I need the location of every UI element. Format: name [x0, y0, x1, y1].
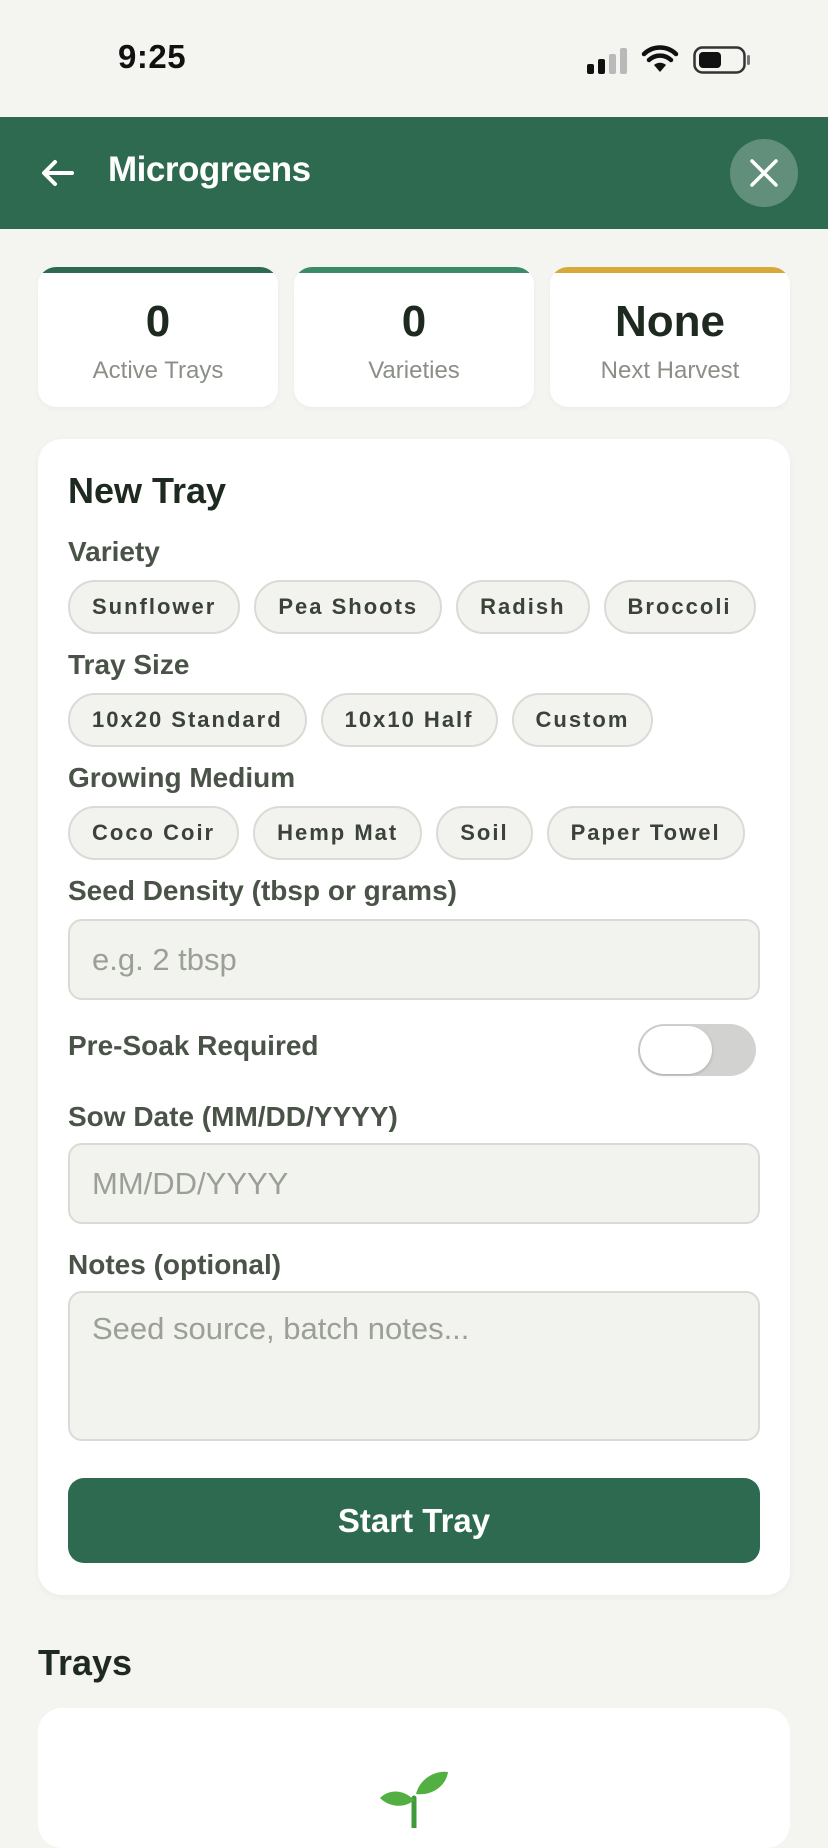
growing-medium-chips: Coco Coir Hemp Mat Soil Paper Towel	[68, 806, 760, 864]
status-time: 9:25	[118, 38, 187, 75]
variety-chip[interactable]: Pea Shoots	[254, 580, 443, 634]
sow-date-label: Sow Date (MM/DD/YYYY)	[68, 1101, 398, 1132]
form-title: New Tray	[68, 470, 227, 511]
tray-size-chips: 10x20 Standard 10x10 Half Custom	[68, 693, 760, 751]
tray-size-chip[interactable]: 10x20 Standard	[68, 693, 307, 747]
notes-textarea[interactable]: Seed source, batch notes...	[68, 1291, 760, 1441]
variety-chip[interactable]: Sunflower	[68, 580, 241, 634]
trays-empty-card	[38, 1708, 790, 1848]
app-header: Microgreens	[0, 117, 828, 229]
notes-label: Notes (optional)	[68, 1249, 282, 1280]
growing-medium-label: Growing Medium	[68, 762, 296, 793]
wifi-icon	[641, 45, 679, 72]
battery-icon	[693, 46, 750, 74]
stat-label: Next Harvest	[600, 357, 740, 384]
presoak-label: Pre-Soak Required	[68, 1030, 319, 1061]
cellular-signal-icon	[587, 48, 629, 74]
sprout-icon	[380, 1771, 448, 1828]
variety-chip[interactable]: Broccoli	[603, 580, 756, 634]
back-arrow-icon[interactable]	[38, 153, 78, 193]
close-icon	[750, 159, 778, 187]
stat-card-active-trays: 0 Active Trays	[38, 267, 278, 407]
presoak-toggle[interactable]	[638, 1024, 756, 1076]
stat-accent-bar	[38, 267, 278, 273]
new-tray-form: New Tray Variety Sunflower Pea Shoots Radi…	[38, 439, 790, 1595]
stat-label: Varieties	[368, 357, 460, 384]
stat-value: None	[615, 297, 725, 346]
stat-card-next-harvest: None Next Harvest	[550, 267, 790, 407]
stat-accent-bar	[294, 267, 534, 273]
variety-chips: Sunflower Pea Shoots Radish Broccoli	[68, 580, 760, 638]
status-bar: 9:25	[0, 0, 828, 117]
stat-label: Active Trays	[92, 357, 224, 384]
stat-card-varieties: 0 Varieties	[294, 267, 534, 407]
medium-chip[interactable]: Hemp Mat	[253, 806, 423, 860]
stat-value: 0	[401, 297, 427, 346]
sow-date-input[interactable]: MM/DD/YYYY	[68, 1143, 760, 1224]
stat-accent-bar	[550, 267, 790, 273]
variety-chip[interactable]: Radish	[456, 580, 590, 634]
tray-size-chip[interactable]: 10x10 Half	[320, 693, 498, 747]
page-title: Microgreens	[108, 150, 311, 189]
close-button[interactable]	[730, 139, 798, 207]
seed-density-input[interactable]: e.g. 2 tbsp	[68, 919, 760, 1000]
start-tray-button[interactable]: Start Tray	[68, 1478, 760, 1563]
tray-size-label: Tray Size	[68, 649, 190, 680]
seed-density-label: Seed Density (tbsp or grams)	[68, 875, 457, 906]
medium-chip[interactable]: Soil	[436, 806, 533, 860]
toggle-knob	[640, 1026, 712, 1074]
medium-chip[interactable]: Paper Towel	[546, 806, 745, 860]
trays-section-title: Trays	[38, 1642, 133, 1683]
tray-size-chip[interactable]: Custom	[511, 693, 654, 747]
medium-chip[interactable]: Coco Coir	[68, 806, 240, 860]
variety-label: Variety	[68, 536, 160, 567]
stat-value: 0	[145, 297, 171, 346]
